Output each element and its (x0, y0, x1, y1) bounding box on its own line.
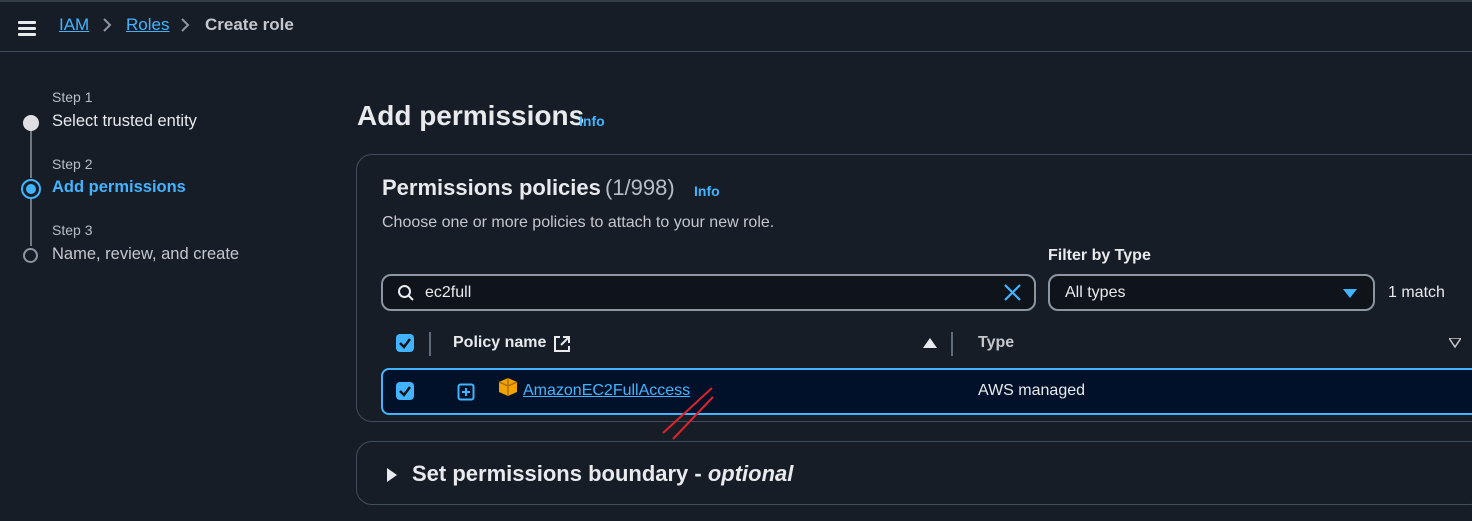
policy-search-input[interactable] (425, 282, 985, 304)
chevron-right-icon (181, 18, 190, 32)
breadcrumb-roles[interactable]: Roles (126, 15, 169, 35)
sort-ascending-icon[interactable] (923, 338, 937, 349)
filter-type-select[interactable]: All types (1048, 274, 1375, 311)
permissions-boundary-optional: optional (707, 461, 794, 486)
filter-by-type-label: Filter by Type (1048, 247, 1151, 264)
step-3-title: Name, review, and create (52, 245, 240, 263)
step-connector (30, 198, 32, 246)
search-icon (398, 285, 414, 301)
policy-type-cell: AWS managed (978, 382, 1086, 399)
step-1-completed-icon (23, 115, 39, 131)
match-count: 1 match (1388, 284, 1445, 301)
column-type[interactable]: Type (978, 334, 1014, 352)
menu-icon[interactable] (18, 21, 36, 36)
external-link-icon[interactable] (553, 335, 571, 353)
sort-descending-icon[interactable] (1449, 338, 1461, 348)
column-divider (429, 332, 431, 356)
policy-icon (498, 378, 518, 396)
select-all-checkbox[interactable] (396, 334, 414, 352)
policies-count: (1/998) (605, 175, 675, 200)
column-divider (951, 332, 953, 356)
step-2-label: Step 2 (52, 156, 93, 172)
column-policy-name[interactable]: Policy name (453, 334, 546, 352)
filter-type-value: All types (1065, 284, 1126, 301)
policies-title: Permissions policies (382, 175, 601, 200)
triangle-right-icon[interactable] (386, 467, 398, 483)
clear-icon[interactable] (1003, 283, 1022, 302)
step-1-label: Step 1 (52, 89, 93, 105)
step-1-title[interactable]: Select trusted entity (52, 112, 197, 131)
breadcrumb-iam[interactable]: IAM (59, 15, 89, 35)
expand-icon[interactable] (457, 383, 475, 401)
permissions-boundary-title[interactable]: Set permissions boundary - optional (412, 461, 793, 487)
chevron-right-icon (103, 18, 112, 32)
row-checkbox[interactable] (396, 382, 414, 400)
permissions-boundary-title-text: Set permissions boundary - (412, 461, 708, 486)
policies-description: Choose one or more policies to attach to… (382, 214, 775, 231)
step-connector (30, 130, 32, 178)
breadcrumb-current: Create role (205, 15, 294, 34)
step-3-pending-icon (23, 248, 38, 263)
caret-down-icon (1343, 289, 1357, 298)
step-2-active-icon (21, 179, 41, 199)
policies-info-link[interactable]: Info (694, 183, 720, 199)
step-2-title: Add permissions (52, 178, 186, 196)
step-3-label: Step 3 (52, 222, 93, 238)
policy-search (381, 274, 1036, 311)
page-title: Add permissions (357, 100, 585, 131)
annotation-marks (662, 387, 714, 440)
page-info-link[interactable]: Info (579, 113, 605, 129)
